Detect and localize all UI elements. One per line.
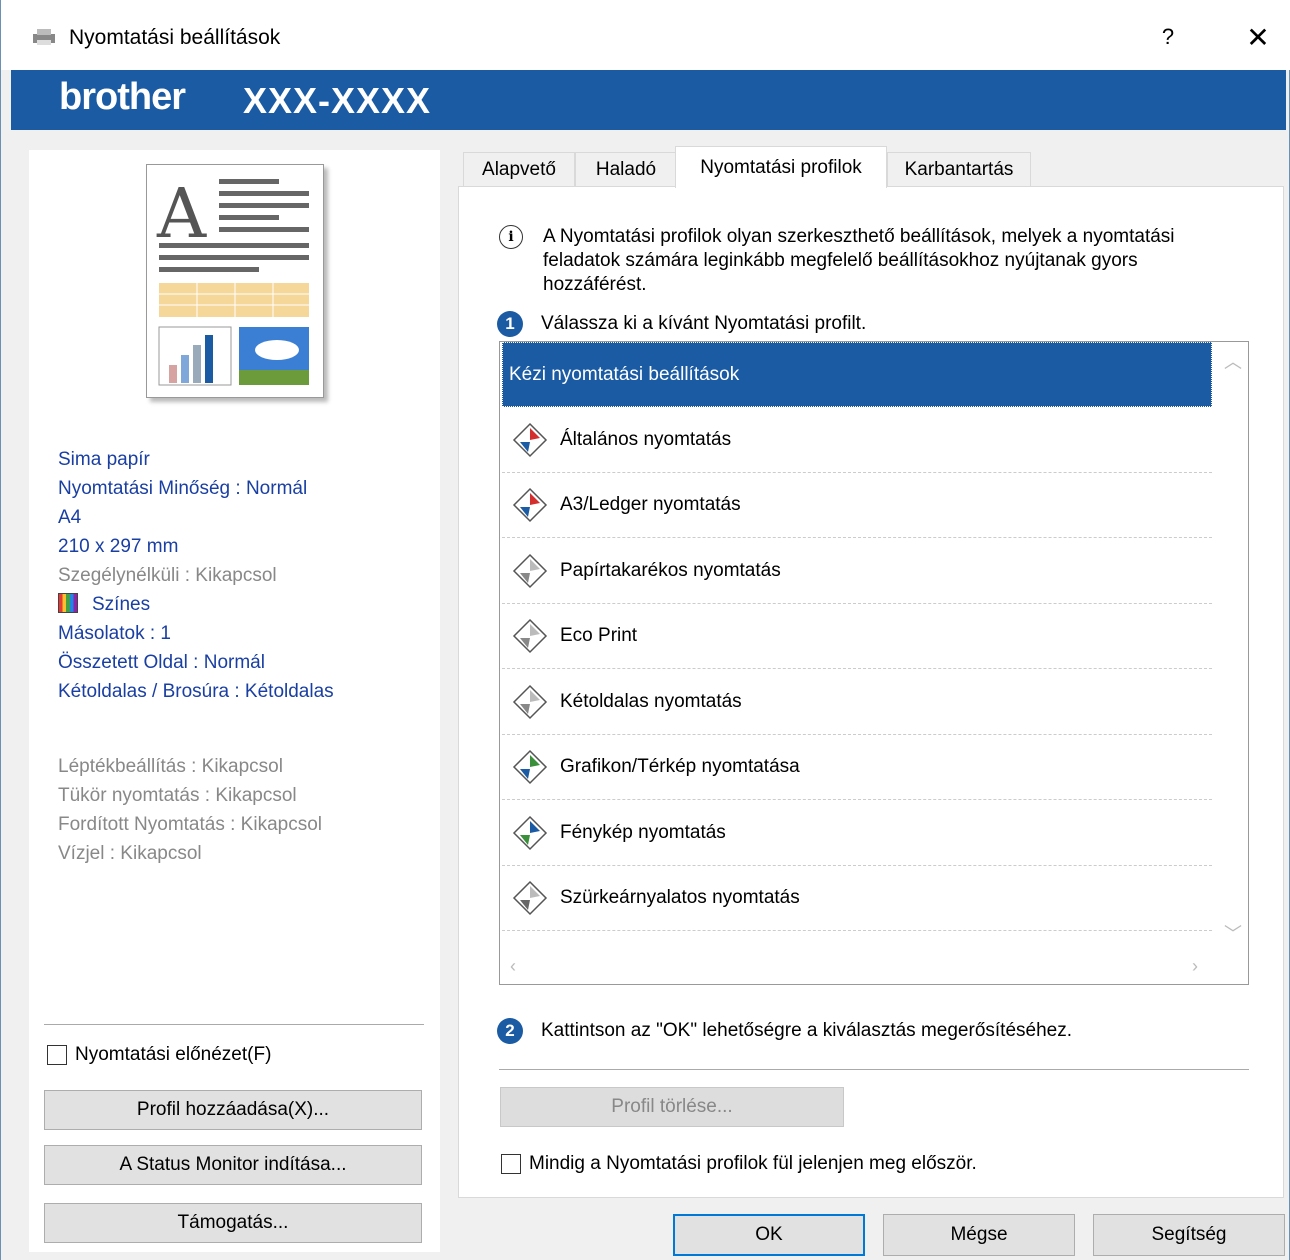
profile-list-item[interactable]: Fénykép nyomtatás <box>502 801 1212 866</box>
info-message: i A Nyomtatási profilok olyan szerkeszth… <box>499 225 1239 297</box>
support-button[interactable]: Támogatás... <box>44 1203 422 1243</box>
profile-icon <box>512 815 548 850</box>
settings-summary-panel: A Sima papír Nyomtatási Minőség : Normál A… <box>29 150 440 1252</box>
setting-line: Nyomtatási Minőség : Normál <box>58 478 308 499</box>
horizontal-scrollbar[interactable]: ‹ › <box>500 952 1248 984</box>
brand-bar: brother XXX-XXXX <box>11 70 1286 130</box>
tab-advanced[interactable]: Haladó <box>575 152 677 186</box>
print-profiles-panel: i A Nyomtatási profilok olyan szerkeszth… <box>458 186 1284 1198</box>
setting-line: Másolatok : 1 <box>58 623 171 644</box>
profile-label: Eco Print <box>560 625 638 646</box>
profile-icon <box>512 684 548 719</box>
step-1-icon: 1 <box>497 311 523 337</box>
help-footer-button[interactable]: Segítség <box>1093 1214 1285 1256</box>
print-preview-checkbox[interactable]: Nyomtatási előnézet(F) <box>47 1044 271 1066</box>
scroll-right-icon[interactable]: › <box>1192 956 1198 977</box>
profile-label: Fénykép nyomtatás <box>560 821 726 843</box>
setting-line: Fordított Nyomtatás : Kikapcsol <box>58 814 322 835</box>
color-icon <box>58 593 78 613</box>
profile-list-item[interactable]: Kétoldalas nyomtatás <box>502 670 1212 735</box>
vertical-scrollbar[interactable]: ︿ ﹀ <box>1216 342 1248 952</box>
profile-listbox[interactable]: ︿ ﹀ ‹ › Kézi nyomtatási beállítások Által… <box>499 341 1249 985</box>
always-show-label: Mindig a Nyomtatási profilok fül jelenje… <box>529 1153 977 1174</box>
profile-label: A3/Ledger nyomtatás <box>560 494 741 515</box>
delete-profile-button[interactable]: Profil törlése... <box>500 1087 844 1127</box>
checkbox-box[interactable] <box>501 1154 521 1174</box>
document-preview-icon: A <box>156 175 309 386</box>
setting-line: A4 <box>58 507 82 528</box>
profile-list-item[interactable]: Papírtakarékos nyomtatás <box>502 539 1212 604</box>
setting-line: Léptékbeállítás : Kikapcsol <box>58 756 283 777</box>
profile-icon <box>512 487 548 523</box>
ok-button[interactable]: OK <box>673 1214 865 1256</box>
profile-label: Kézi nyomtatási beállítások <box>509 363 740 385</box>
scroll-down-icon[interactable]: ﹀ <box>1224 920 1242 946</box>
tab-maintenance[interactable]: Karbantartás <box>887 152 1031 186</box>
svg-text:A: A <box>156 175 207 254</box>
profile-icon <box>512 880 548 916</box>
profile-label: Papírtakarékos nyomtatás <box>560 559 781 581</box>
setting-line: Vízjel : Kikapcsol <box>58 843 202 864</box>
scroll-up-icon[interactable]: ︿ <box>1224 348 1242 374</box>
setting-line: Szegélynélküli : Kikapcsol <box>58 565 277 586</box>
setting-line: Kétoldalas / Brosúra : Kétoldalas <box>58 681 334 702</box>
step2-text: Kattintson az "OK" lehetőségre a kiválas… <box>541 1020 1072 1041</box>
status-monitor-button[interactable]: A Status Monitor indítása... <box>44 1145 422 1185</box>
info-text: A Nyomtatási profilok olyan szerkeszthet… <box>543 226 1175 295</box>
setting-line: Színes <box>58 590 334 619</box>
step2-row: 2 Kattintson az "OK" lehetőségre a kivál… <box>497 1018 1072 1044</box>
profile-list-item[interactable]: Általános nyomtatás <box>502 408 1212 473</box>
profile-list-item[interactable]: Eco Print <box>502 604 1212 669</box>
cancel-button[interactable]: Mégse <box>883 1214 1075 1256</box>
model-name: XXX-XXXX <box>243 80 432 121</box>
brand-logo: brother <box>59 76 186 118</box>
divider <box>44 1024 424 1025</box>
profile-label: Általános nyomtatás <box>560 428 732 450</box>
profile-icon <box>512 553 548 588</box>
profile-label: Grafikon/Térkép nyomtatása <box>560 756 800 777</box>
profile-list-item[interactable]: A3/Ledger nyomtatás <box>502 473 1212 538</box>
print-preview-label: Nyomtatási előnézet(F) <box>75 1044 272 1065</box>
profile-label: Kétoldalas nyomtatás <box>560 690 742 712</box>
always-show-checkbox[interactable]: Mindig a Nyomtatási profilok fül jelenje… <box>501 1153 977 1175</box>
setting-line: Tükör nyomtatás : Kikapcsol <box>58 785 297 806</box>
settings-list: Sima papír Nyomtatási Minőség : Normál A4 2… <box>58 445 334 868</box>
profile-list-item[interactable]: Kézi nyomtatási beállítások <box>502 342 1212 407</box>
close-icon[interactable]: ✕ <box>1241 22 1275 56</box>
window-title: Nyomtatási beállítások <box>69 26 281 49</box>
info-icon: i <box>499 225 523 249</box>
scroll-left-icon[interactable]: ‹ <box>510 956 516 977</box>
profile-icon <box>512 422 548 457</box>
page-preview-image: A <box>146 164 324 398</box>
printer-icon <box>33 29 55 45</box>
divider <box>499 1069 1249 1070</box>
print-settings-window: Nyomtatási beállítások ? ✕ brother XXX-X… <box>0 0 1290 1260</box>
step-2-icon: 2 <box>497 1018 523 1044</box>
title-bar: Nyomtatási beállítások ? ✕ <box>1 0 1290 70</box>
profile-icon <box>512 749 548 785</box>
tab-print-profiles[interactable]: Nyomtatási profilok <box>675 146 887 188</box>
profile-label: Szürkeárnyalatos nyomtatás <box>560 887 800 908</box>
step1-row: 1 Válassza ki a kívánt Nyomtatási profil… <box>497 311 866 337</box>
setting-line: Sima papír <box>58 449 150 470</box>
checkbox-box[interactable] <box>47 1045 67 1065</box>
profile-list-item[interactable]: Szürkeárnyalatos nyomtatás <box>502 866 1212 931</box>
tab-basic[interactable]: Alapvető <box>463 152 575 186</box>
add-profile-button[interactable]: Profil hozzáadása(X)... <box>44 1090 422 1130</box>
setting-line: Összetett Oldal : Normál <box>58 652 265 673</box>
step1-text: Válassza ki a kívánt Nyomtatási profilt. <box>541 313 867 334</box>
setting-line: 210 x 297 mm <box>58 536 179 557</box>
profile-list-item[interactable]: Grafikon/Térkép nyomtatása <box>502 735 1212 800</box>
setting-text: Színes <box>92 594 151 615</box>
help-button[interactable]: ? <box>1153 24 1183 54</box>
profile-icon <box>512 618 548 654</box>
